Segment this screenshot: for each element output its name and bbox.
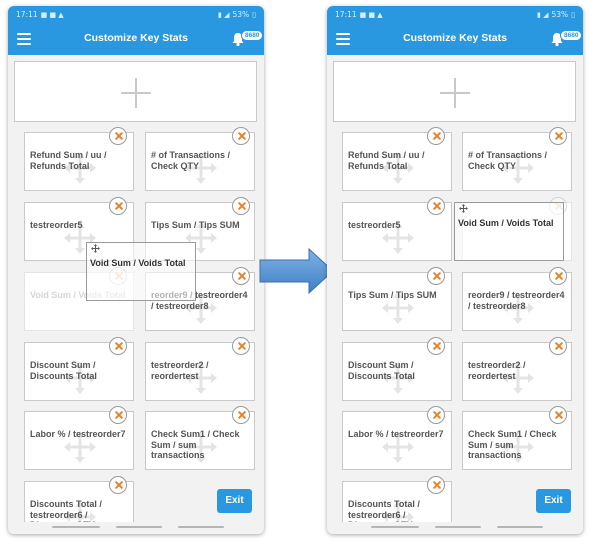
status-bar: 17:11 ■ ■ ▲ ▮ ◢ 53% ▯ bbox=[327, 6, 583, 23]
battery-icon: ▯ bbox=[571, 10, 575, 19]
app-bar: Customize Key Stats 8680 bbox=[8, 23, 264, 55]
status-bar: 17:11 ■ ■ ▲ ▮ ◢ 53% ▯ bbox=[8, 6, 264, 23]
tile-label: testreorder2 / reordertest bbox=[468, 360, 526, 381]
plus-icon bbox=[440, 78, 470, 108]
tile-label: Check Sum1 / Check Sum / sum transaction… bbox=[468, 429, 557, 460]
phone-after: 17:11 ■ ■ ▲ ▮ ◢ 53% ▯ Customize Key Stat… bbox=[327, 6, 583, 534]
remove-tile-button[interactable] bbox=[549, 406, 567, 424]
remove-tile-button[interactable] bbox=[427, 476, 445, 494]
remove-tile-button[interactable] bbox=[427, 127, 445, 145]
remove-tile-button[interactable] bbox=[232, 337, 250, 355]
status-time: 17:11 bbox=[16, 10, 38, 19]
status-time: 17:11 bbox=[335, 10, 357, 19]
system-nav-bar bbox=[327, 522, 583, 534]
tile-label: Check Sum1 / Check Sum / sum transaction… bbox=[151, 429, 240, 460]
phone-before: 17:11 ■ ■ ▲ ▮ ◢ 53% ▯ Customize Key Stat… bbox=[8, 6, 264, 534]
add-stat-tile[interactable] bbox=[14, 61, 257, 122]
nav-recents[interactable] bbox=[371, 526, 419, 528]
battery-level: 53% bbox=[551, 10, 569, 19]
tile-label: Labor % / testreorder7 bbox=[30, 429, 126, 439]
remove-tile-button[interactable] bbox=[549, 337, 567, 355]
notification-icons: ■ ■ ▲ bbox=[40, 10, 64, 19]
remove-tile-button[interactable] bbox=[549, 127, 567, 145]
remove-tile-button[interactable] bbox=[109, 406, 127, 424]
signal-icons: ▮ ◢ bbox=[537, 10, 549, 19]
tile-label: reorder9 / testreorder4 / testreorder8 bbox=[468, 290, 565, 311]
remove-tile-button[interactable] bbox=[427, 406, 445, 424]
remove-tile-button[interactable] bbox=[109, 197, 127, 215]
tile-label: Discount Sum / Discounts Total bbox=[348, 360, 415, 381]
tile-label: Discount Sum / Discounts Total bbox=[30, 360, 97, 381]
remove-tile-button[interactable] bbox=[427, 197, 445, 215]
system-nav-bar bbox=[8, 522, 264, 534]
remove-tile-button[interactable] bbox=[109, 476, 127, 494]
remove-tile-button[interactable] bbox=[232, 406, 250, 424]
nav-back[interactable] bbox=[178, 526, 224, 528]
dragging-tile-void[interactable]: Void Sum / Voids Total bbox=[86, 242, 196, 301]
remove-tile-button[interactable] bbox=[109, 127, 127, 145]
tile-label: Tips Sum / Tips SUM bbox=[348, 290, 437, 300]
drag-label: Void Sum / Voids Total bbox=[90, 258, 186, 268]
signal-icons: ▮ ◢ bbox=[218, 10, 230, 19]
exit-button[interactable]: Exit bbox=[217, 489, 252, 513]
tile-label: Refund Sum / uu / Refunds Total bbox=[348, 150, 425, 171]
remove-tile-button[interactable] bbox=[549, 267, 567, 285]
tile-label: Labor % / testreorder7 bbox=[348, 429, 444, 439]
dragging-tile-void[interactable]: Void Sum / Voids Total bbox=[454, 202, 564, 261]
remove-tile-button[interactable] bbox=[232, 197, 250, 215]
nav-home[interactable] bbox=[116, 526, 162, 528]
drag-handle-icon bbox=[91, 244, 100, 253]
app-bar: Customize Key Stats 8680 bbox=[327, 23, 583, 55]
remove-tile-button[interactable] bbox=[109, 337, 127, 355]
page-title: Customize Key Stats bbox=[84, 32, 188, 44]
remove-tile-button[interactable] bbox=[427, 267, 445, 285]
battery-level: 53% bbox=[232, 10, 250, 19]
nav-recents[interactable] bbox=[52, 526, 100, 528]
tile-label: testreorder2 / reordertest bbox=[151, 360, 209, 381]
exit-button[interactable]: Exit bbox=[536, 489, 571, 513]
tile-label: testreorder5 bbox=[30, 220, 83, 230]
tile-label: testreorder5 bbox=[348, 220, 401, 230]
drag-handle-icon bbox=[459, 204, 468, 213]
transition-arrow bbox=[259, 247, 335, 295]
tile-label: # of Transactions / Check QTY bbox=[468, 150, 548, 171]
remove-tile-button[interactable] bbox=[232, 127, 250, 145]
notification-icons: ■ ■ ▲ bbox=[359, 10, 383, 19]
battery-icon: ▯ bbox=[252, 10, 256, 19]
remove-tile-button[interactable] bbox=[232, 267, 250, 285]
nav-back[interactable] bbox=[497, 526, 543, 528]
plus-icon bbox=[121, 78, 151, 108]
remove-tile-button[interactable] bbox=[427, 337, 445, 355]
drag-label: Void Sum / Voids Total bbox=[458, 218, 554, 228]
notification-badge: 8680 bbox=[560, 30, 583, 41]
notification-badge: 8680 bbox=[241, 30, 264, 41]
nav-home[interactable] bbox=[435, 526, 481, 528]
tile-label: # of Transactions / Check QTY bbox=[151, 150, 231, 171]
page-title: Customize Key Stats bbox=[403, 32, 507, 44]
add-stat-tile[interactable] bbox=[333, 61, 576, 122]
tile-label: Refund Sum / uu / Refunds Total bbox=[30, 150, 107, 171]
tile-label: Tips Sum / Tips SUM bbox=[151, 220, 240, 230]
